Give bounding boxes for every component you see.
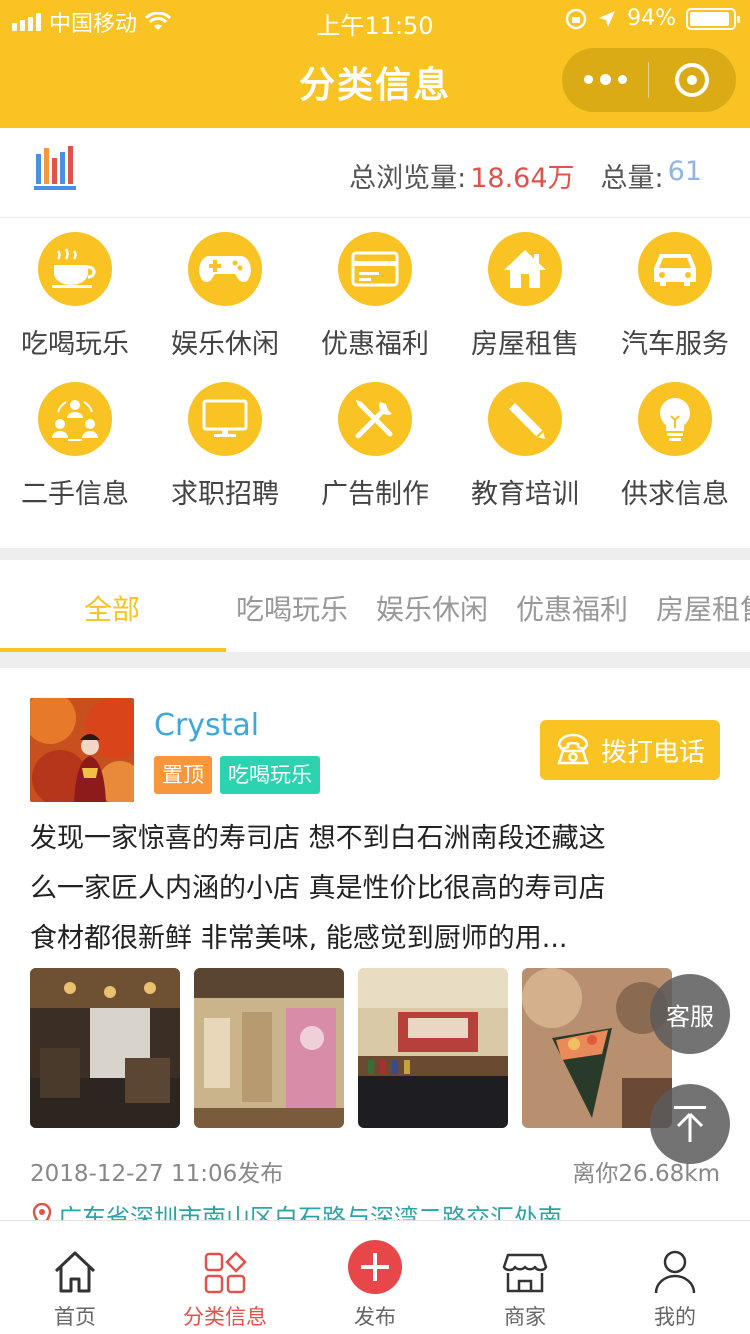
category-entertainment[interactable]: 娱乐休闲 [150, 220, 300, 370]
stats-bar: 总浏览量: 18.64万 总量: 61 [0, 128, 750, 218]
tab-housing[interactable]: 房屋租售 [656, 588, 750, 628]
bar-chart-icon [34, 146, 76, 190]
category-housing[interactable]: 房屋租售 [450, 220, 600, 370]
tabbar-label: 发布 [354, 1305, 396, 1329]
category-label: 娱乐休闲 [171, 329, 279, 360]
post-content[interactable]: 发现一家惊喜的寿司店 想不到白石洲南段还藏这 么一家匠人内涵的小店 真是性价比很… [30, 814, 710, 964]
post-photo[interactable] [522, 968, 672, 1128]
gamepad-icon [199, 256, 251, 282]
close-mini-program-button[interactable] [649, 63, 735, 97]
tab-dining[interactable]: 吃喝玩乐 [236, 588, 348, 628]
plus-icon [348, 1240, 402, 1294]
car-icon [654, 254, 696, 286]
total-label: 总量: [600, 163, 664, 194]
battery-icon [686, 7, 740, 30]
lightbulb-icon [660, 398, 690, 441]
post-username[interactable]: Crystal [154, 708, 259, 743]
category-badge: 吃喝玩乐 [220, 756, 320, 794]
category-dining[interactable]: 吃喝玩乐 [0, 220, 150, 370]
top-bar: 中国移动 上午11:50 94% 分类信息 [0, 0, 750, 128]
category-label: 广告制作 [321, 479, 429, 510]
pencil-icon [505, 399, 545, 439]
category-label: 教育培训 [471, 479, 579, 510]
avatar[interactable] [30, 698, 134, 802]
coffee-cup-icon [52, 248, 96, 288]
house-icon [504, 250, 546, 288]
tabbar-category[interactable]: 分类信息 [150, 1221, 300, 1334]
post-card[interactable]: Crystal 置顶 吃喝玩乐 拨打电话 发现一家惊喜的寿司店 想不到白石洲南段… [0, 668, 750, 1232]
views-value: 18.64万 [470, 163, 575, 194]
category-secondhand[interactable]: 二手信息 [0, 370, 150, 520]
status-bar: 中国移动 上午11:50 94% [0, 0, 750, 40]
category-education[interactable]: 教育培训 [450, 370, 600, 520]
post-date: 2018-12-27 11:06发布 [30, 1161, 284, 1187]
shop-icon [502, 1253, 548, 1293]
pinned-badge: 置顶 [154, 756, 212, 794]
category-label: 吃喝玩乐 [21, 329, 129, 360]
post-line: 食材都很新鲜 非常美味, 能感觉到厨师的用... [30, 923, 568, 954]
tabbar-home[interactable]: 首页 [0, 1221, 150, 1334]
section-divider [0, 548, 750, 560]
category-tabs: 全部 吃喝玩乐 娱乐休闲 优惠福利 房屋租售 [0, 560, 750, 652]
battery-percent: 94% [627, 6, 676, 31]
post-line: 么一家匠人内涵的小店 真是性价比很高的寿司店 [30, 873, 606, 904]
tabbar-label: 分类信息 [183, 1305, 267, 1329]
post-photo[interactable] [194, 968, 344, 1128]
section-divider [0, 652, 750, 668]
category-auto[interactable]: 汽车服务 [600, 220, 750, 370]
call-button-label: 拨打电话 [600, 737, 705, 768]
post-photo[interactable] [358, 968, 508, 1128]
tabbar-publish[interactable]: 发布 [300, 1221, 450, 1334]
mini-program-capsule [562, 48, 736, 112]
rotation-lock-icon [565, 8, 587, 29]
phone-icon [557, 733, 589, 765]
tools-icon [355, 400, 393, 439]
category-jobs[interactable]: 求职招聘 [150, 370, 300, 520]
monitor-icon [202, 399, 248, 437]
post-photos [30, 968, 720, 1128]
customer-service-button[interactable]: 客服 [650, 974, 730, 1054]
post-line: 发现一家惊喜的寿司店 想不到白石洲南段还藏这 [30, 823, 606, 854]
tabbar-label: 商家 [504, 1305, 546, 1329]
post-photo[interactable] [30, 968, 180, 1128]
category-label: 求职招聘 [171, 479, 279, 510]
tabbar-merchants[interactable]: 商家 [450, 1221, 600, 1334]
tab-discounts[interactable]: 优惠福利 [516, 588, 628, 628]
location-arrow-icon [599, 10, 616, 27]
arrow-up-icon [674, 1106, 706, 1142]
card-icon [351, 251, 399, 287]
back-to-top-button[interactable] [650, 1084, 730, 1164]
tab-entertainment[interactable]: 娱乐休闲 [376, 588, 488, 628]
people-exchange-icon [52, 400, 98, 441]
total-value: 61 [667, 156, 702, 187]
category-label: 二手信息 [21, 479, 129, 510]
category-label: 房屋租售 [471, 329, 579, 360]
home-icon [54, 1251, 96, 1293]
stats-text: 总浏览量: 18.64万 总量: 61 [349, 156, 702, 195]
status-right: 94% [565, 6, 740, 31]
category-grid-icon [204, 1251, 247, 1294]
views-label: 总浏览量: [349, 163, 467, 194]
tabbar-label: 我的 [654, 1305, 696, 1329]
category-label: 供求信息 [621, 479, 729, 510]
category-supply-demand[interactable]: 供求信息 [600, 370, 750, 520]
category-advertising[interactable]: 广告制作 [300, 370, 450, 520]
category-label: 汽车服务 [621, 329, 729, 360]
target-icon [675, 63, 709, 97]
bottom-tab-bar: 首页 分类信息 发布 商家 我的 [0, 1220, 750, 1334]
tabbar-label: 首页 [54, 1305, 96, 1329]
category-label: 优惠福利 [321, 329, 429, 360]
customer-service-label: 客服 [666, 1002, 714, 1031]
more-menu-button[interactable] [562, 74, 648, 85]
category-discounts[interactable]: 优惠福利 [300, 220, 450, 370]
tabbar-profile[interactable]: 我的 [600, 1221, 750, 1334]
user-icon [654, 1250, 696, 1294]
tab-all[interactable]: 全部 [84, 588, 140, 628]
category-grid: 吃喝玩乐 娱乐休闲 优惠福利 房屋租售 汽车服务 二手信息 求职招聘 广告制作 … [0, 220, 750, 548]
call-button[interactable]: 拨打电话 [540, 720, 720, 780]
